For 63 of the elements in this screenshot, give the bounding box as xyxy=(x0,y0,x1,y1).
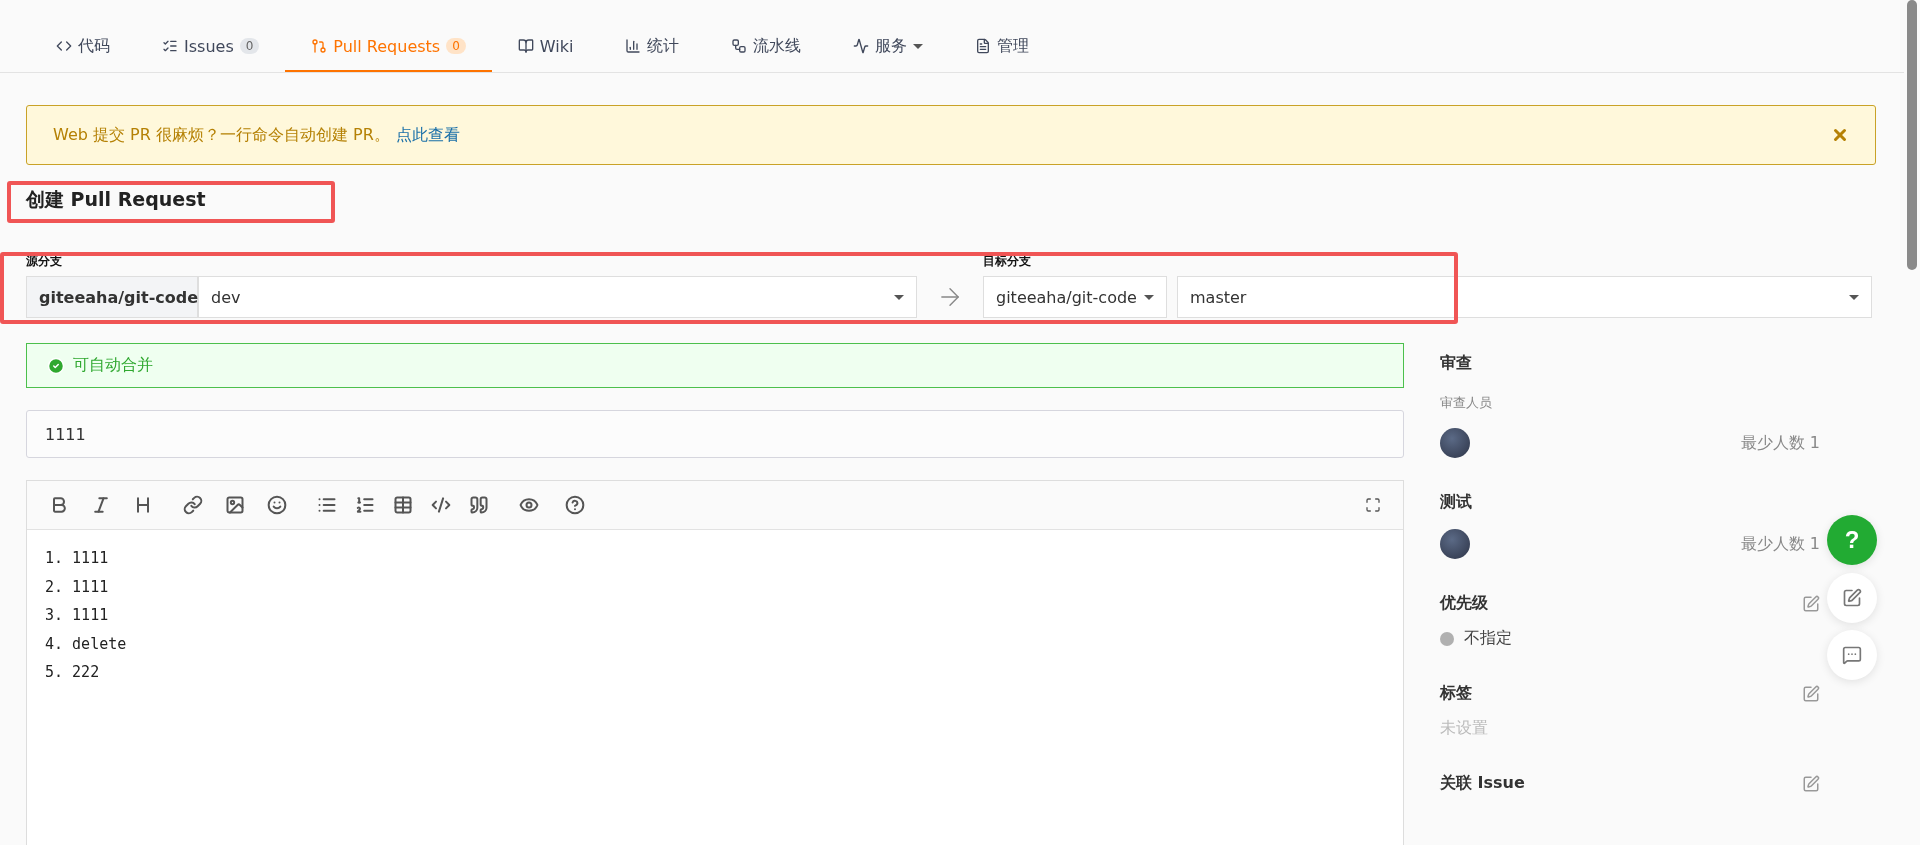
section-title: 审查 xyxy=(1440,353,1472,374)
merge-status: 可自动合并 xyxy=(26,343,1404,388)
numbered-list-icon[interactable] xyxy=(355,495,375,515)
book-icon xyxy=(517,38,534,54)
empty-value: 未设置 xyxy=(1440,718,1488,739)
notice-text: Web 提交 PR 很麻烦？一行命令自动创建 PR。 xyxy=(53,124,390,144)
reviewers-label: 审查人员 xyxy=(1440,394,1493,412)
checklist-icon xyxy=(162,38,178,54)
table-icon[interactable] xyxy=(393,495,413,515)
priority-value: 不指定 xyxy=(1464,628,1512,649)
preview-icon[interactable] xyxy=(519,495,539,515)
editor-line: 3. 1111 xyxy=(45,605,110,626)
code-icon[interactable] xyxy=(431,495,451,515)
source-branch-select[interactable]: dev xyxy=(198,276,917,318)
nav-tab[interactable]: 管理 xyxy=(949,22,1056,72)
bar-chart-icon xyxy=(625,38,642,54)
chat-icon[interactable] xyxy=(1827,630,1877,680)
nav-tab[interactable]: 流水线 xyxy=(705,22,828,72)
close-icon[interactable] xyxy=(1831,126,1849,144)
check-icon xyxy=(47,356,65,375)
editor-line: 2. 1111 xyxy=(45,576,110,598)
feedback-icon[interactable] xyxy=(1827,573,1877,623)
edit-icon[interactable] xyxy=(1802,594,1820,613)
scrollbar[interactable] xyxy=(1907,0,1917,270)
workflow-icon xyxy=(731,38,748,54)
nav-tab[interactable]: 统计 xyxy=(599,22,706,72)
nav-tab[interactable]: Issues 0 xyxy=(136,22,286,72)
target-repo-select[interactable]: giteeaha/git-code xyxy=(983,276,1167,318)
page-title: 创建 Pull Request xyxy=(26,187,206,212)
code-icon xyxy=(56,38,72,54)
avatar[interactable] xyxy=(1440,529,1470,559)
emoji-icon[interactable] xyxy=(267,495,287,515)
section-title: 优先级 xyxy=(1440,593,1488,614)
editor-line: 4. delete xyxy=(45,633,128,655)
fullscreen-icon[interactable] xyxy=(1365,497,1381,513)
pull-request-icon xyxy=(311,38,328,54)
section-title: 标签 xyxy=(1440,683,1472,704)
section-title: 测试 xyxy=(1440,492,1472,513)
avatar[interactable] xyxy=(1440,428,1470,458)
source-repo: giteeaha/git-code xyxy=(26,276,198,318)
title-field[interactable]: 1111 xyxy=(26,410,1404,458)
nav-tab[interactable]: 服务 xyxy=(827,22,950,72)
document-icon xyxy=(975,38,992,54)
italic-icon[interactable] xyxy=(91,495,111,515)
min-count: 最少人数 1 xyxy=(1740,533,1820,555)
edit-icon[interactable] xyxy=(1802,774,1820,793)
edit-icon[interactable] xyxy=(1802,684,1820,703)
quote-icon[interactable] xyxy=(469,495,489,515)
source-label: 源分支 xyxy=(26,253,63,270)
min-count: 最少人数 1 xyxy=(1740,432,1820,454)
nav-tab[interactable]: 代码 xyxy=(30,22,136,72)
pulse-icon xyxy=(853,38,870,54)
editor-line: 1. 1111 xyxy=(45,548,110,569)
link-icon[interactable] xyxy=(183,495,203,515)
help-icon[interactable] xyxy=(565,495,585,515)
section-title: 关联 Issue xyxy=(1440,773,1525,794)
nav-tab[interactable]: Wiki xyxy=(491,22,600,72)
image-icon[interactable] xyxy=(225,495,245,515)
target-label: 目标分支 xyxy=(983,253,1032,270)
target-branch-select[interactable]: master xyxy=(1177,276,1872,318)
notice-link[interactable]: 点此查看 xyxy=(395,124,460,144)
bullet-list-icon[interactable] xyxy=(317,495,337,515)
editor-line: 5. 222 xyxy=(45,662,101,683)
